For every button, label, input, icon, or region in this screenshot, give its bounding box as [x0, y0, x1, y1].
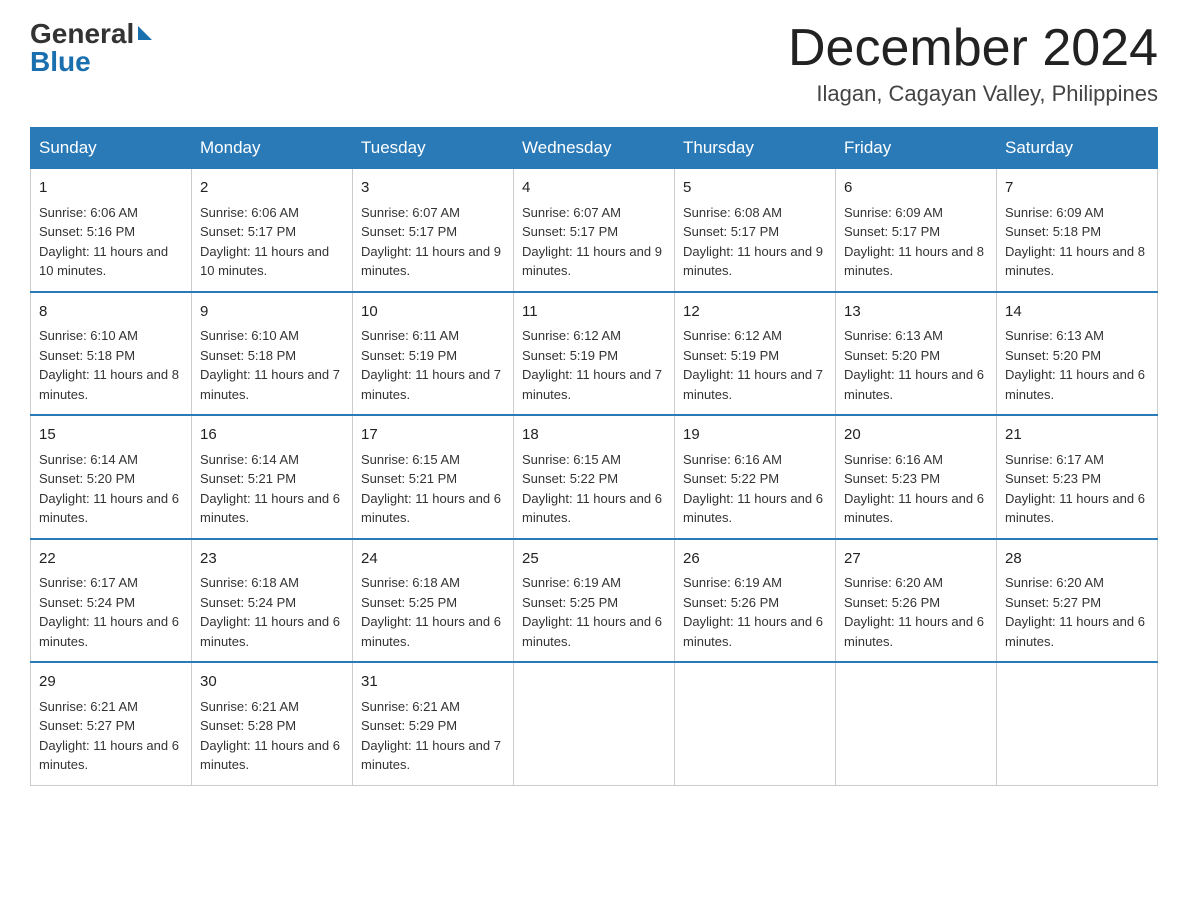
calendar-cell: 27Sunrise: 6:20 AMSunset: 5:26 PMDayligh…: [836, 539, 997, 663]
calendar-cell: 7Sunrise: 6:09 AMSunset: 5:18 PMDaylight…: [997, 169, 1158, 292]
calendar-cell: 13Sunrise: 6:13 AMSunset: 5:20 PMDayligh…: [836, 292, 997, 416]
calendar-cell: 25Sunrise: 6:19 AMSunset: 5:25 PMDayligh…: [514, 539, 675, 663]
calendar-cell: 6Sunrise: 6:09 AMSunset: 5:17 PMDaylight…: [836, 169, 997, 292]
day-number: 17: [361, 424, 505, 447]
calendar-cell: 29Sunrise: 6:21 AMSunset: 5:27 PMDayligh…: [31, 662, 192, 785]
day-number: 6: [844, 177, 988, 200]
location-title: Ilagan, Cagayan Valley, Philippines: [788, 81, 1158, 107]
logo: General Blue: [30, 20, 152, 76]
day-number: 25: [522, 548, 666, 571]
calendar-cell: 1Sunrise: 6:06 AMSunset: 5:16 PMDaylight…: [31, 169, 192, 292]
weekday-header-saturday: Saturday: [997, 128, 1158, 169]
day-number: 2: [200, 177, 344, 200]
day-number: 18: [522, 424, 666, 447]
title-section: December 2024 Ilagan, Cagayan Valley, Ph…: [788, 20, 1158, 107]
calendar-cell: 22Sunrise: 6:17 AMSunset: 5:24 PMDayligh…: [31, 539, 192, 663]
day-number: 15: [39, 424, 183, 447]
calendar-table: SundayMondayTuesdayWednesdayThursdayFrid…: [30, 127, 1158, 786]
day-number: 13: [844, 301, 988, 324]
day-number: 9: [200, 301, 344, 324]
calendar-cell: 16Sunrise: 6:14 AMSunset: 5:21 PMDayligh…: [192, 415, 353, 539]
calendar-cell: 17Sunrise: 6:15 AMSunset: 5:21 PMDayligh…: [353, 415, 514, 539]
day-number: 28: [1005, 548, 1149, 571]
calendar-cell: 23Sunrise: 6:18 AMSunset: 5:24 PMDayligh…: [192, 539, 353, 663]
month-title: December 2024: [788, 20, 1158, 77]
calendar-cell: [836, 662, 997, 785]
day-number: 12: [683, 301, 827, 324]
day-number: 4: [522, 177, 666, 200]
day-number: 23: [200, 548, 344, 571]
calendar-cell: 12Sunrise: 6:12 AMSunset: 5:19 PMDayligh…: [675, 292, 836, 416]
calendar-cell: 10Sunrise: 6:11 AMSunset: 5:19 PMDayligh…: [353, 292, 514, 416]
calendar-cell: 21Sunrise: 6:17 AMSunset: 5:23 PMDayligh…: [997, 415, 1158, 539]
calendar-header-row: SundayMondayTuesdayWednesdayThursdayFrid…: [31, 128, 1158, 169]
day-number: 16: [200, 424, 344, 447]
day-number: 31: [361, 671, 505, 694]
day-number: 1: [39, 177, 183, 200]
calendar-cell: 24Sunrise: 6:18 AMSunset: 5:25 PMDayligh…: [353, 539, 514, 663]
day-number: 8: [39, 301, 183, 324]
calendar-cell: 2Sunrise: 6:06 AMSunset: 5:17 PMDaylight…: [192, 169, 353, 292]
calendar-cell: 14Sunrise: 6:13 AMSunset: 5:20 PMDayligh…: [997, 292, 1158, 416]
calendar-cell: 9Sunrise: 6:10 AMSunset: 5:18 PMDaylight…: [192, 292, 353, 416]
calendar-cell: 5Sunrise: 6:08 AMSunset: 5:17 PMDaylight…: [675, 169, 836, 292]
weekday-header-friday: Friday: [836, 128, 997, 169]
weekday-header-sunday: Sunday: [31, 128, 192, 169]
calendar-cell: 26Sunrise: 6:19 AMSunset: 5:26 PMDayligh…: [675, 539, 836, 663]
calendar-cell: [514, 662, 675, 785]
day-number: 3: [361, 177, 505, 200]
calendar-cell: [675, 662, 836, 785]
calendar-cell: 3Sunrise: 6:07 AMSunset: 5:17 PMDaylight…: [353, 169, 514, 292]
day-number: 22: [39, 548, 183, 571]
calendar-cell: 31Sunrise: 6:21 AMSunset: 5:29 PMDayligh…: [353, 662, 514, 785]
calendar-cell: 28Sunrise: 6:20 AMSunset: 5:27 PMDayligh…: [997, 539, 1158, 663]
calendar-cell: 11Sunrise: 6:12 AMSunset: 5:19 PMDayligh…: [514, 292, 675, 416]
logo-blue-text: Blue: [30, 48, 91, 76]
calendar-week-row: 22Sunrise: 6:17 AMSunset: 5:24 PMDayligh…: [31, 539, 1158, 663]
logo-general-text: General: [30, 20, 134, 48]
day-number: 27: [844, 548, 988, 571]
page-header: General Blue December 2024 Ilagan, Cagay…: [30, 20, 1158, 107]
calendar-week-row: 8Sunrise: 6:10 AMSunset: 5:18 PMDaylight…: [31, 292, 1158, 416]
weekday-header-tuesday: Tuesday: [353, 128, 514, 169]
day-number: 5: [683, 177, 827, 200]
day-number: 30: [200, 671, 344, 694]
day-number: 20: [844, 424, 988, 447]
day-number: 19: [683, 424, 827, 447]
calendar-cell: 8Sunrise: 6:10 AMSunset: 5:18 PMDaylight…: [31, 292, 192, 416]
calendar-cell: 4Sunrise: 6:07 AMSunset: 5:17 PMDaylight…: [514, 169, 675, 292]
calendar-cell: 20Sunrise: 6:16 AMSunset: 5:23 PMDayligh…: [836, 415, 997, 539]
calendar-cell: 19Sunrise: 6:16 AMSunset: 5:22 PMDayligh…: [675, 415, 836, 539]
calendar-cell: 18Sunrise: 6:15 AMSunset: 5:22 PMDayligh…: [514, 415, 675, 539]
day-number: 11: [522, 301, 666, 324]
calendar-cell: 15Sunrise: 6:14 AMSunset: 5:20 PMDayligh…: [31, 415, 192, 539]
calendar-cell: [997, 662, 1158, 785]
weekday-header-wednesday: Wednesday: [514, 128, 675, 169]
weekday-header-thursday: Thursday: [675, 128, 836, 169]
calendar-cell: 30Sunrise: 6:21 AMSunset: 5:28 PMDayligh…: [192, 662, 353, 785]
day-number: 29: [39, 671, 183, 694]
day-number: 7: [1005, 177, 1149, 200]
day-number: 26: [683, 548, 827, 571]
day-number: 21: [1005, 424, 1149, 447]
day-number: 24: [361, 548, 505, 571]
calendar-week-row: 29Sunrise: 6:21 AMSunset: 5:27 PMDayligh…: [31, 662, 1158, 785]
day-number: 10: [361, 301, 505, 324]
weekday-header-monday: Monday: [192, 128, 353, 169]
calendar-week-row: 1Sunrise: 6:06 AMSunset: 5:16 PMDaylight…: [31, 169, 1158, 292]
day-number: 14: [1005, 301, 1149, 324]
logo-triangle-icon: [138, 26, 152, 40]
calendar-week-row: 15Sunrise: 6:14 AMSunset: 5:20 PMDayligh…: [31, 415, 1158, 539]
